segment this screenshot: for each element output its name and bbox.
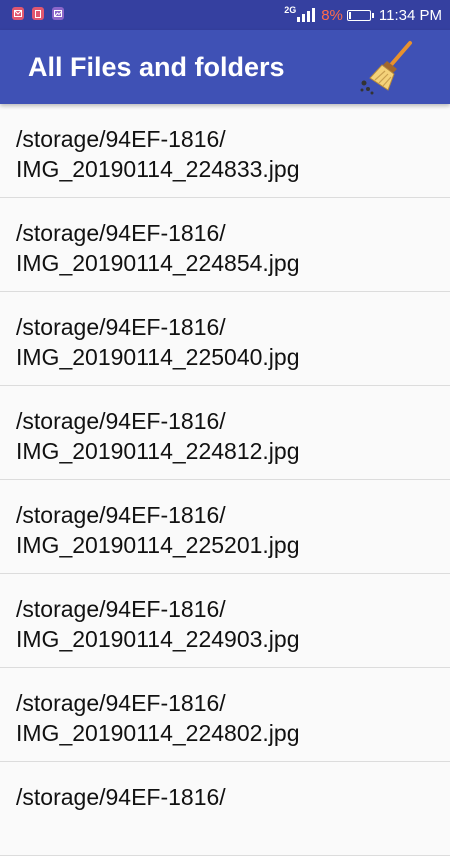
file-directory: /storage/94EF-1816/: [16, 314, 226, 340]
file-directory: /storage/94EF-1816/: [16, 408, 226, 434]
list-item[interactable]: /storage/94EF-1816/ IMG_20190114_224812.…: [0, 386, 450, 480]
list-item[interactable]: /storage/94EF-1816/ IMG_20190114_224903.…: [0, 574, 450, 668]
file-list: /storage/94EF-1816/ IMG_20190114_224833.…: [0, 104, 450, 856]
file-name: IMG_20190114_224812.jpg: [16, 438, 300, 464]
network-type-label: 2G: [284, 5, 297, 15]
list-item[interactable]: /storage/94EF-1816/ IMG_20190114_224833.…: [0, 104, 450, 198]
clean-button[interactable]: [358, 40, 416, 96]
battery-level-fill: [348, 11, 351, 19]
document-notification-icon: [32, 7, 44, 20]
file-directory: /storage/94EF-1816/: [16, 690, 226, 716]
list-item[interactable]: /storage/94EF-1816/ IMG_20190114_225040.…: [0, 292, 450, 386]
file-directory: /storage/94EF-1816/: [16, 502, 226, 528]
list-item[interactable]: /storage/94EF-1816/ IMG_20190114_225201.…: [0, 480, 450, 574]
list-item[interactable]: /storage/94EF-1816/ IMG_20190114_224802.…: [0, 668, 450, 762]
page-title: All Files and folders: [28, 52, 285, 82]
file-directory: /storage/94EF-1816/: [16, 220, 226, 246]
file-directory: /storage/94EF-1816/: [16, 784, 226, 810]
file-directory: /storage/94EF-1816/: [16, 126, 226, 152]
file-name: IMG_20190114_225201.jpg: [16, 532, 300, 558]
battery-icon: [346, 9, 374, 21]
notification-icons: [12, 7, 64, 20]
file-directory: /storage/94EF-1816/: [16, 596, 226, 622]
list-item[interactable]: /storage/94EF-1816/ IMG_20190114_224854.…: [0, 198, 450, 292]
file-name: IMG_20190114_225040.jpg: [16, 344, 300, 370]
clock: 11:34 PM: [378, 6, 442, 24]
signal-strength-icon: [297, 8, 316, 22]
battery-percent: 8%: [321, 6, 343, 24]
status-bar: 2G 8% 11:34 PM: [0, 0, 450, 30]
file-name: IMG_20190114_224903.jpg: [16, 626, 300, 652]
file-name: IMG_20190114_224833.jpg: [16, 156, 300, 182]
file-name: IMG_20190114_224854.jpg: [16, 250, 300, 276]
file-name: IMG_20190114_224802.jpg: [16, 720, 300, 746]
app-bar: All Files and folders: [0, 30, 450, 104]
broom-icon: [360, 41, 412, 95]
list-item[interactable]: /storage/94EF-1816/: [0, 762, 450, 856]
mail-notification-icon: [12, 7, 24, 20]
image-notification-icon: [52, 7, 64, 20]
